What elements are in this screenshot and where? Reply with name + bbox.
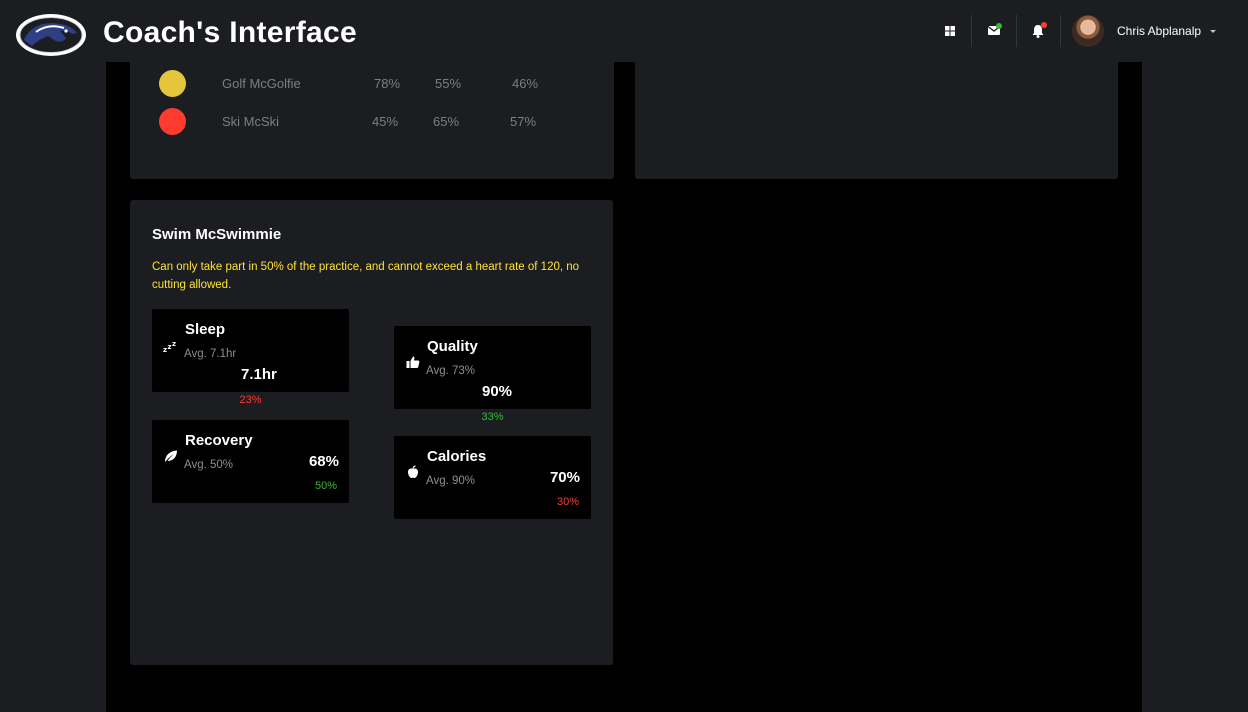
apple-icon [408,465,418,478]
metric-value: 45% [372,114,399,129]
apps-grid-icon[interactable] [939,20,961,42]
athlete-name: Golf McGolfie [222,76,301,91]
sleep-zzz-icon: z z z [163,340,176,354]
recovery-metric-card[interactable]: Recovery Avg. 50% 68% 50% [152,420,349,503]
quality-metric-card[interactable]: Quality Avg. 73% 90% [394,326,591,409]
metric-value: 7.1hr [241,366,277,383]
athlete-detail-card: Swim McSwimmie Can only take part in 50%… [130,200,613,665]
mail-icon[interactable] [983,20,1005,42]
status-indicator [159,108,186,135]
metric-average: Avg. 7.1hr [184,348,237,360]
metric-delta: 23% [239,394,262,406]
metric-title: Calories [427,448,487,465]
athlete-restriction-note: Can only take part in 50% of the practic… [152,261,580,291]
calories-metric-card[interactable]: Calories Avg. 90% 70% 30% [394,436,591,519]
user-name[interactable]: Chris Abplanalp [1117,24,1201,38]
metric-delta: 50% [314,480,337,492]
metric-average: Avg. 90% [426,475,476,487]
mail-indicator-dot [996,23,1002,29]
thumbs-up-icon [406,356,420,368]
status-indicator [159,70,186,97]
metric-value: 55% [435,76,462,91]
nav-divider [971,15,972,47]
empty-panel-card [635,52,1118,179]
metric-value: 90% [482,383,513,400]
app-title: Coach's Interface [103,16,357,49]
athlete-title: Swim McSwimmie [152,226,282,243]
svg-text:z: z [172,340,176,348]
metric-value: 78% [374,76,401,91]
metric-delta: 30% [556,496,579,508]
metric-title: Sleep [185,321,226,338]
athlete-status-card: Golf McGolfie 78% 55% 46% Ski McSki 45% … [130,52,614,179]
metric-value: 46% [512,76,539,91]
chevron-down-icon[interactable] [1210,30,1216,33]
metric-value: 65% [433,114,460,129]
metric-average: Avg. 73% [426,365,476,377]
metric-title: Recovery [185,432,253,449]
metric-average: Avg. 50% [184,459,234,471]
metric-value: 68% [308,453,339,470]
metric-value: 70% [549,469,580,486]
avatar[interactable] [1072,15,1104,47]
top-navbar: Coach's Interface Chris Abplanalp [0,0,1248,62]
sleep-metric-card[interactable]: z z z Sleep Avg. 7.1hr 7.1hr [152,309,349,392]
table-row[interactable]: Golf McGolfie 78% 55% 46% [130,68,614,98]
nav-divider [1016,15,1017,47]
metric-title: Quality [427,338,478,355]
mustang-logo-icon[interactable] [14,12,88,58]
nav-divider [1060,15,1061,47]
svg-text:z: z [163,346,167,354]
svg-text:z: z [168,343,172,351]
table-row[interactable]: Ski McSki 45% 65% 57% [130,106,614,136]
main-content: Golf McGolfie 78% 55% 46% Ski McSki 45% … [106,52,1142,712]
athlete-name: Ski McSki [222,114,280,129]
notification-dot [1041,22,1047,28]
leaf-icon [165,450,177,462]
metric-value: 57% [510,114,537,129]
metric-delta: 33% [481,411,504,423]
